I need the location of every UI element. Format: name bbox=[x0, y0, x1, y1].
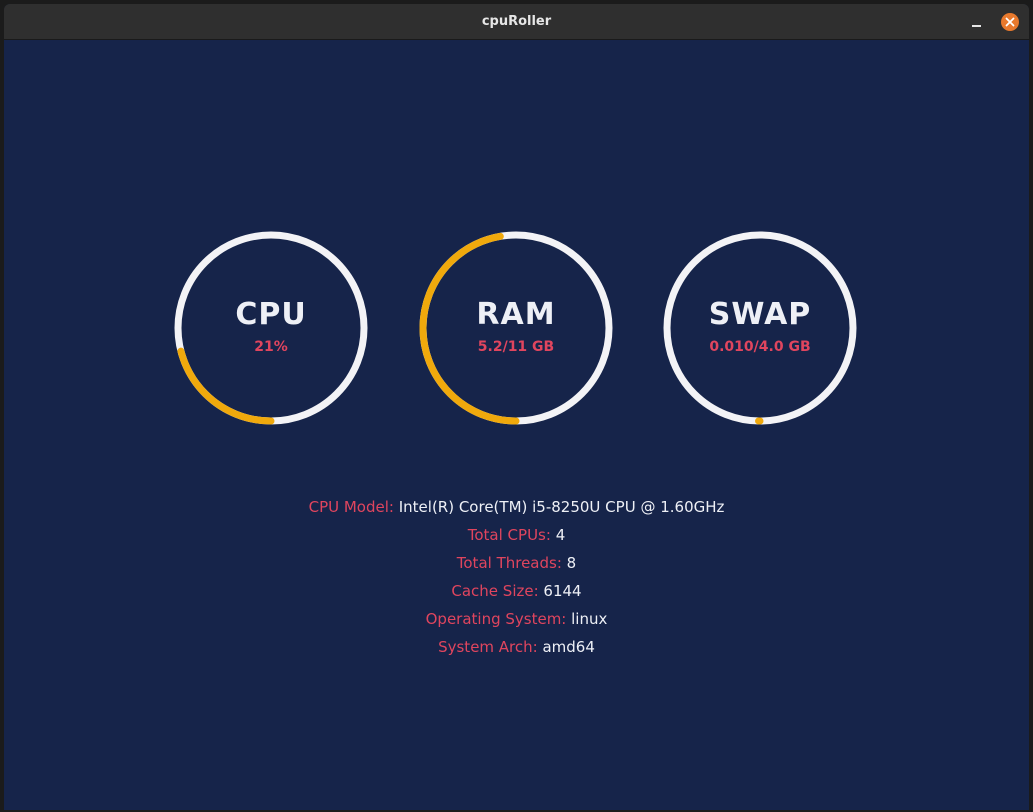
cpu-gauge: CPU 21% bbox=[171, 228, 371, 428]
info-value: 6144 bbox=[543, 582, 582, 600]
info-value: amd64 bbox=[542, 638, 595, 656]
info-value: Intel(R) Core(TM) i5-8250U CPU @ 1.60GHz bbox=[398, 498, 725, 516]
system-info: CPU Model: Intel(R) Core(TM) i5-8250U CP… bbox=[4, 496, 1029, 664]
ram-usage-value: 5.2/11 GB bbox=[477, 339, 555, 355]
info-value: 8 bbox=[566, 554, 577, 572]
info-key: Total Threads: bbox=[456, 554, 562, 572]
info-key: Cache Size: bbox=[451, 582, 539, 600]
swap-usage-value: 0.010/4.0 GB bbox=[709, 339, 811, 355]
swap-label: SWAP bbox=[708, 297, 812, 332]
info-value: linux bbox=[571, 610, 608, 628]
info-row-system-arch: System Arch: amd64 bbox=[4, 636, 1029, 664]
close-icon[interactable] bbox=[1001, 13, 1019, 31]
title-bar[interactable]: cpuRoller bbox=[4, 4, 1029, 40]
info-row-total-cpus: Total CPUs: 4 bbox=[4, 524, 1029, 552]
app-window: cpuRoller CPU 21% RAM 5.2/11 GB SWAP 0.0… bbox=[4, 4, 1029, 810]
info-row-total-threads: Total Threads: 8 bbox=[4, 552, 1029, 580]
cpu-usage-value: 21% bbox=[254, 339, 288, 355]
info-row-cpu-model: CPU Model: Intel(R) Core(TM) i5-8250U CP… bbox=[4, 496, 1029, 524]
cpu-label: CPU bbox=[235, 297, 307, 332]
info-key: CPU Model: bbox=[308, 498, 394, 516]
info-value: 4 bbox=[555, 526, 566, 544]
info-row-cache-size: Cache Size: 6144 bbox=[4, 580, 1029, 608]
ram-gauge: RAM 5.2/11 GB bbox=[416, 228, 616, 428]
ram-label: RAM bbox=[476, 297, 556, 332]
info-key: System Arch: bbox=[438, 638, 538, 656]
info-row-operating-system: Operating System: linux bbox=[4, 608, 1029, 636]
minimize-icon[interactable] bbox=[968, 13, 986, 31]
cpu-ring-fill bbox=[177, 347, 275, 425]
info-key: Total CPUs: bbox=[467, 526, 551, 544]
swap-gauge: SWAP 0.010/4.0 GB bbox=[660, 228, 860, 428]
info-key: Operating System: bbox=[425, 610, 567, 628]
window-title: cpuRoller bbox=[481, 14, 552, 29]
